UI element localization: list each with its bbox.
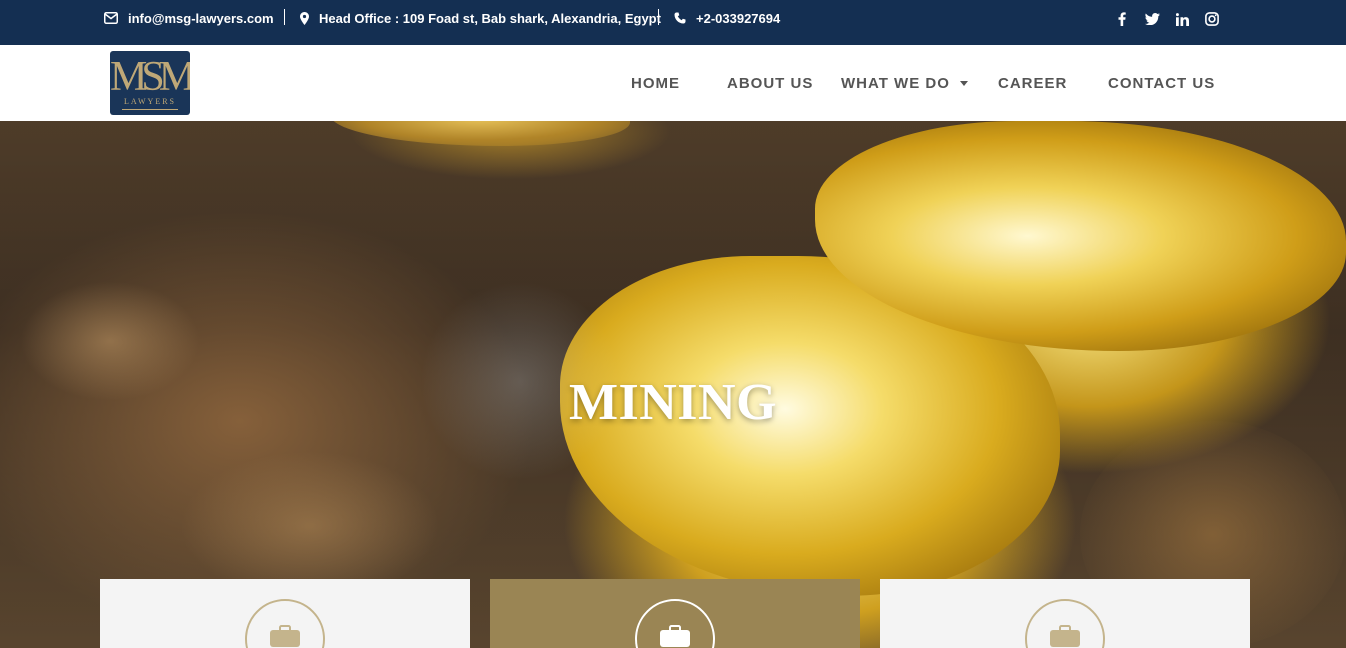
service-card[interactable] bbox=[880, 579, 1250, 648]
nav-about-label: ABOUT US bbox=[727, 74, 814, 92]
instagram-icon[interactable] bbox=[1204, 11, 1220, 27]
service-card[interactable] bbox=[490, 579, 860, 648]
address-contact: Head Office : 109 Foad st, Bab shark, Al… bbox=[300, 0, 661, 36]
phone-text: +2-033927694 bbox=[696, 10, 781, 26]
hero-banner: MINING bbox=[0, 121, 1346, 648]
nav-contact-label: CONTACT US bbox=[1108, 74, 1216, 92]
logo-text: LAWYERS bbox=[123, 97, 177, 106]
envelope-icon bbox=[104, 12, 118, 24]
nav-home-label: HOME bbox=[631, 74, 680, 92]
nav-what-we-do-label: WHAT WE DO bbox=[841, 74, 950, 92]
email-contact[interactable]: info@msg-lawyers.com bbox=[104, 0, 274, 36]
nav-what-we-do[interactable]: WHAT WE DO bbox=[841, 45, 968, 121]
email-text: info@msg-lawyers.com bbox=[128, 10, 274, 26]
social-links bbox=[1114, 11, 1220, 27]
hero-title: MINING bbox=[568, 374, 778, 431]
address-text: Head Office : 109 Foad st, Bab shark, Al… bbox=[319, 10, 661, 26]
divider bbox=[284, 9, 285, 25]
service-icon-circle bbox=[1025, 599, 1105, 648]
nav-contact-us[interactable]: CONTACT US bbox=[1108, 45, 1215, 121]
phone-icon bbox=[674, 12, 686, 24]
briefcase-icon bbox=[270, 625, 300, 648]
site-logo[interactable]: MSM LAWYERS bbox=[110, 51, 190, 115]
service-card[interactable] bbox=[100, 579, 470, 648]
main-header: MSM LAWYERS HOME ABOUT US WHAT WE DO CAR… bbox=[0, 45, 1346, 121]
briefcase-icon bbox=[660, 625, 690, 648]
briefcase-icon bbox=[1050, 625, 1080, 648]
divider bbox=[658, 9, 659, 25]
map-marker-icon bbox=[300, 11, 309, 25]
nav-home[interactable]: HOME bbox=[631, 45, 680, 121]
caret-down-icon bbox=[959, 80, 968, 86]
facebook-icon[interactable] bbox=[1114, 11, 1130, 27]
service-icon-circle bbox=[635, 599, 715, 648]
linkedin-icon[interactable] bbox=[1174, 11, 1190, 27]
nav-career-label: CAREER bbox=[998, 74, 1068, 92]
gold-nugget-image bbox=[330, 121, 630, 146]
service-icon-circle bbox=[245, 599, 325, 648]
top-bar: info@msg-lawyers.com Head Office : 109 F… bbox=[0, 0, 1346, 45]
phone-contact[interactable]: +2-033927694 bbox=[674, 0, 780, 36]
nav-career[interactable]: CAREER bbox=[998, 45, 1067, 121]
twitter-icon[interactable] bbox=[1144, 11, 1160, 27]
logo-monogram: MSM bbox=[110, 54, 190, 100]
nav-about-us[interactable]: ABOUT US bbox=[727, 45, 813, 121]
logo-underline bbox=[122, 109, 178, 110]
